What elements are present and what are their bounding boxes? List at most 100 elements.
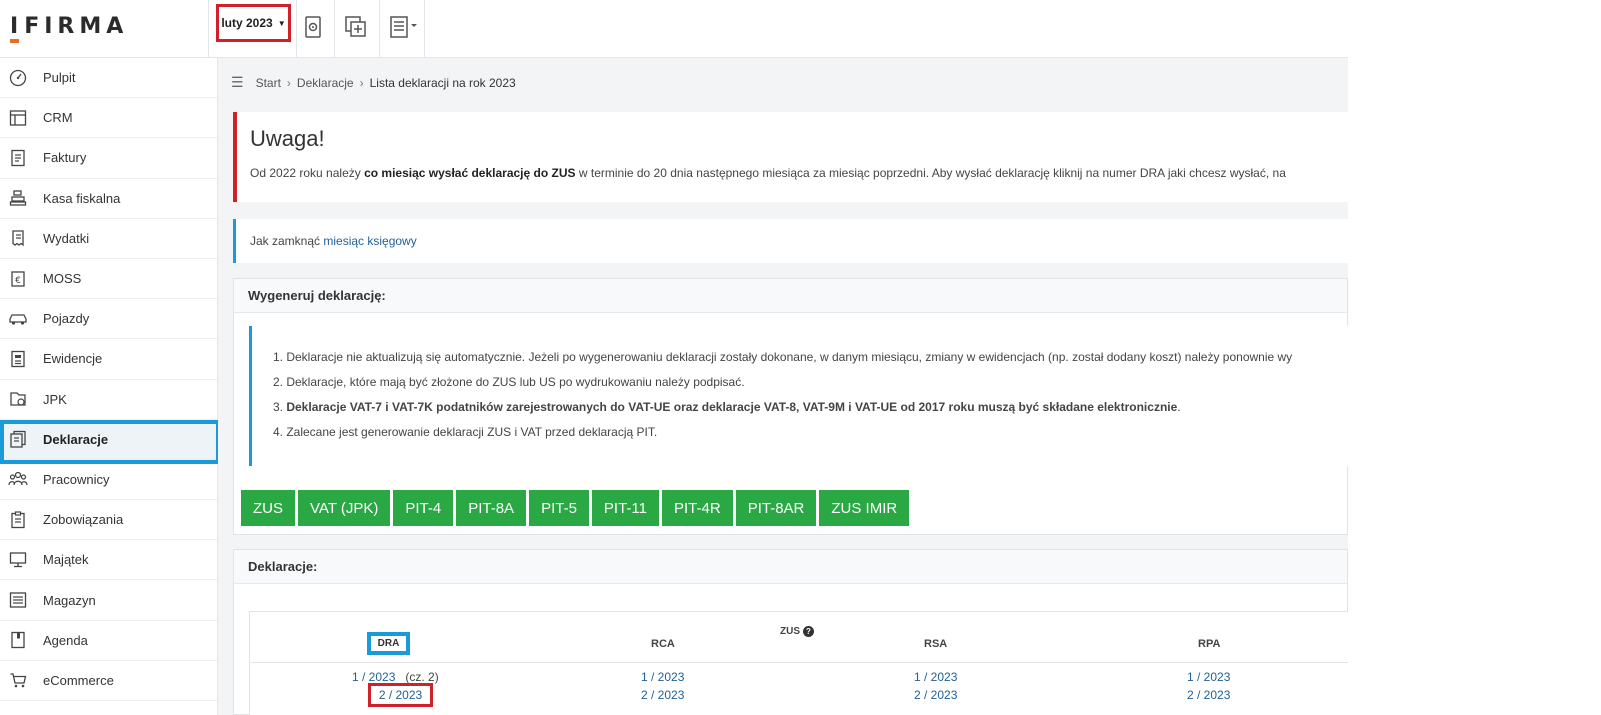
dashboard-icon xyxy=(7,67,29,89)
sidebar-item-crm[interactable]: CRM xyxy=(0,98,217,139)
pit-11-button[interactable]: PIT-11 xyxy=(591,490,659,526)
list-menu-icon[interactable] xyxy=(386,14,422,40)
pit-4-button[interactable]: PIT-4 xyxy=(393,490,454,526)
close-month-link[interactable]: miesiąc księgowy xyxy=(323,234,416,248)
sidebar-item-label: Wydatki xyxy=(43,230,90,246)
generate-declaration-panel: Wygeneruj deklarację: 1. Deklaracje nie … xyxy=(233,278,1348,535)
cart-icon xyxy=(7,669,29,691)
rsa-link[interactable]: 1 / 2023 xyxy=(914,670,957,684)
notes-list: 1. Deklaracje nie aktualizują się automa… xyxy=(249,326,1348,466)
sidebar-item-agenda[interactable]: Agenda xyxy=(0,621,217,661)
sidebar-item-label: Agenda xyxy=(43,632,88,648)
pit-8a-button[interactable]: PIT-8A xyxy=(456,490,527,526)
sidebar-item-wydatki[interactable]: Wydatki xyxy=(0,219,217,259)
warning-text: Od 2022 roku należy co miesiąc wysłać de… xyxy=(250,166,1286,180)
warning-alert: Uwaga! Od 2022 roku należy co miesiąc wy… xyxy=(233,112,1348,202)
sidebar-item-deklaracje[interactable]: Deklaracje xyxy=(0,419,220,464)
sidebar-item-ewidencje[interactable]: Ewidencje xyxy=(0,339,217,380)
employees-icon xyxy=(7,468,29,490)
sidebar-item-moss[interactable]: € MOSS xyxy=(0,259,217,300)
declarations-icon xyxy=(7,428,29,450)
pit-4r-button[interactable]: PIT-4R xyxy=(662,490,733,526)
sidebar-item-pulpit[interactable]: Pulpit xyxy=(0,58,217,99)
breadcrumb-deklaracje[interactable]: Deklaracje xyxy=(297,76,354,90)
chevron-right-icon: › xyxy=(286,75,291,90)
sidebar-item-label: Pulpit xyxy=(43,70,76,86)
sidebar-item-label: Deklaracje xyxy=(43,431,109,447)
sidebar-item-jpk[interactable]: JPK xyxy=(0,380,217,420)
info-alert: Jak zamknąć miesiąc księgowy xyxy=(233,219,1348,263)
sidebar-item-faktury[interactable]: Faktury xyxy=(0,138,217,179)
cash-register-icon xyxy=(7,187,29,209)
sidebar-item-ecommerce[interactable]: eCommerce xyxy=(0,661,217,701)
sidebar-item-kasa-fiskalna[interactable]: Kasa fiskalna xyxy=(0,179,217,219)
caret-down-icon: ▼ xyxy=(277,18,286,28)
top-bar: I FIRMA luty 2023 ▼ xyxy=(0,0,1348,58)
vat-jpk-button[interactable]: VAT (JPK) xyxy=(298,490,391,526)
month-selector[interactable]: luty 2023 ▼ xyxy=(216,4,291,42)
sidebar-item-pracownicy[interactable]: Pracownicy xyxy=(0,460,217,501)
divider xyxy=(424,0,425,58)
note-item: 1. Deklaracje nie aktualizują się automa… xyxy=(273,350,1293,364)
invoice-icon xyxy=(7,147,29,169)
sidebar-item-label: Pracownicy xyxy=(43,471,110,487)
divider xyxy=(379,0,380,58)
info-text: Jak zamknąć miesiąc księgowy xyxy=(250,234,417,248)
sidebar-item-label: Majątek xyxy=(43,552,89,568)
pit-8ar-button[interactable]: PIT-8AR xyxy=(735,490,817,526)
sidebar-item-label: Ewidencje xyxy=(43,351,103,367)
declaration-buttons: ZUS VAT (JPK) PIT-4 PIT-8A PIT-5 PIT-11 … xyxy=(241,490,912,526)
zus-button[interactable]: ZUS xyxy=(241,490,295,526)
receipt-icon xyxy=(7,227,29,249)
main-content: ☰ Start › Deklaracje › Lista deklaracji … xyxy=(218,58,1348,715)
records-icon xyxy=(7,348,29,370)
rca-link[interactable]: 2 / 2023 xyxy=(641,688,684,702)
sidebar-item-label: eCommerce xyxy=(43,672,114,688)
hamburger-menu-icon[interactable]: ☰ xyxy=(231,74,244,91)
zus-group-header: ZUS? xyxy=(780,626,814,637)
sidebar-item-label: Kasa fiskalna xyxy=(43,190,121,206)
rca-link[interactable]: 1 / 2023 xyxy=(641,670,684,684)
divider xyxy=(208,0,209,58)
sidebar-item-pojazdy[interactable]: Pojazdy xyxy=(0,299,217,340)
column-header-rsa: RSA xyxy=(924,638,948,650)
ifirma-logo[interactable]: I FIRMA xyxy=(10,14,128,44)
note-item: 4. Zalecane jest generowanie deklaracji … xyxy=(273,425,658,439)
rpa-link[interactable]: 1 / 2023 xyxy=(1187,670,1230,684)
sidebar-item-magazyn[interactable]: Magazyn xyxy=(0,580,217,621)
panel-title: Deklaracje: xyxy=(234,550,1347,584)
sidebar-item-label: Magazyn xyxy=(43,592,96,608)
divider xyxy=(250,662,1348,663)
chevron-right-icon: › xyxy=(359,75,364,90)
sidebar-item-label: Faktury xyxy=(43,150,87,166)
help-icon[interactable]: ? xyxy=(803,626,814,637)
dra-link[interactable]: 1 / 2023 (cz. 2) xyxy=(352,670,439,684)
note-item: 2. Deklaracje, które mają być złożone do… xyxy=(273,375,745,389)
zus-imir-button[interactable]: ZUS IMIR xyxy=(819,490,910,526)
jpk-icon xyxy=(7,388,29,410)
pit-5-button[interactable]: PIT-5 xyxy=(529,490,589,526)
car-icon xyxy=(7,308,29,330)
sidebar-item-label: CRM xyxy=(43,110,73,126)
dra-link[interactable]: 2 / 2023 xyxy=(368,683,433,707)
column-header-rca: RCA xyxy=(651,638,675,650)
divider xyxy=(296,0,297,58)
breadcrumb-current: Lista deklaracji na rok 2023 xyxy=(369,75,516,90)
crm-icon xyxy=(7,107,29,129)
svg-text:€: € xyxy=(15,276,21,286)
agenda-icon xyxy=(7,629,29,651)
sidebar-item-zobowiazania[interactable]: Zobowiązania xyxy=(0,500,217,541)
sidebar-item-majatek[interactable]: Majątek xyxy=(0,540,217,581)
rpa-link[interactable]: 2 / 2023 xyxy=(1187,688,1230,702)
sidebar: Pulpit CRM Faktury Kasa fiskalna Wydatki… xyxy=(0,58,220,715)
rsa-link[interactable]: 2 / 2023 xyxy=(914,688,957,702)
breadcrumb-start[interactable]: Start xyxy=(256,76,281,90)
euro-icon: € xyxy=(7,268,29,290)
declarations-table: ZUS? DRA RCA RSA RPA 1 / 2023 (cz. 2) 2 /… xyxy=(249,611,1348,715)
note-item: 3. Deklaracje VAT-7 i VAT-7K podatników … xyxy=(273,400,1181,414)
warning-title: Uwaga! xyxy=(250,126,325,151)
declarations-panel: Deklaracje: ZUS? DRA RCA RSA RPA 1 / 202… xyxy=(233,549,1348,715)
sidebar-item-label: Pojazdy xyxy=(43,311,90,327)
add-document-icon[interactable] xyxy=(343,14,369,40)
document-settings-icon[interactable] xyxy=(300,14,326,40)
